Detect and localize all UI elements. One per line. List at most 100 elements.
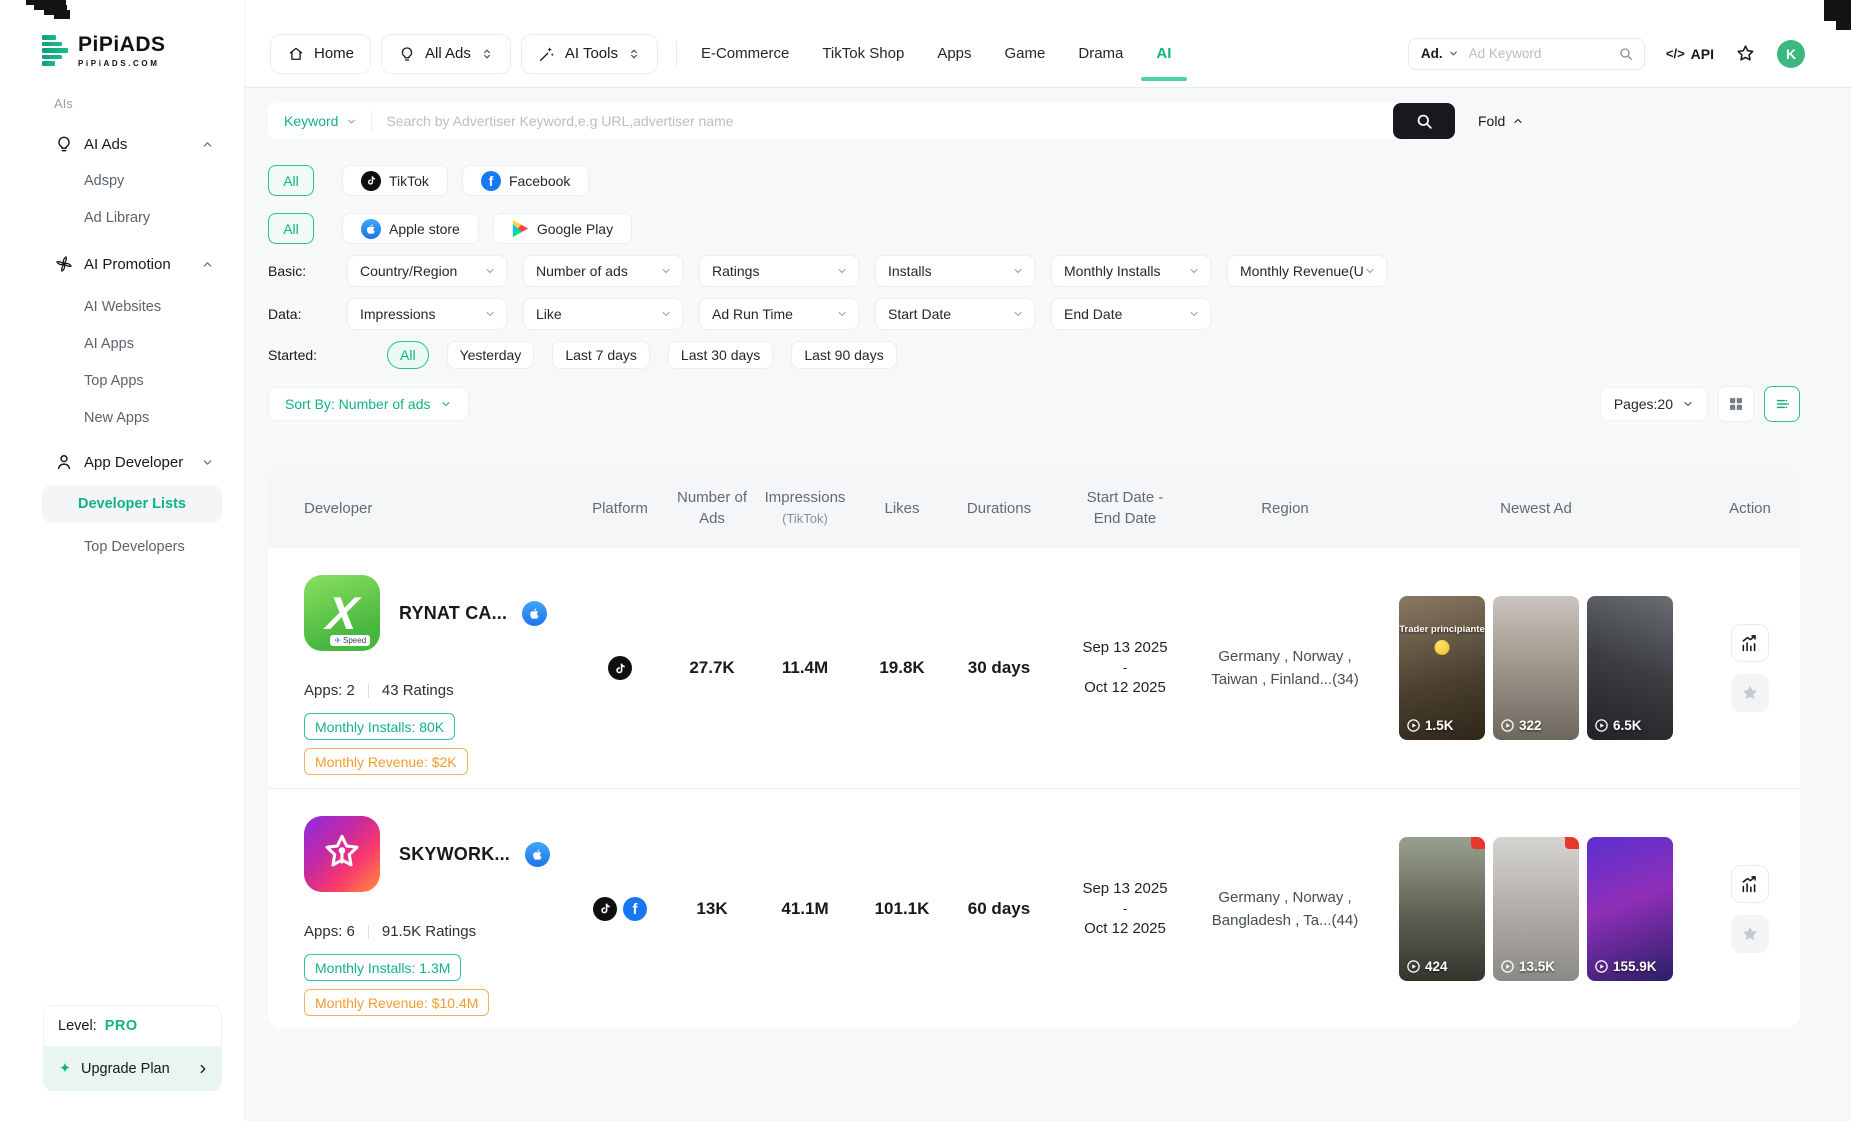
chevron-down-icon[interactable] [1448,48,1459,59]
ai-tools-menu-button[interactable]: AI Tools [521,34,658,74]
tab-ai[interactable]: AI [1156,45,1171,62]
nav-search-input[interactable] [1469,46,1618,61]
sidebar-item-new-apps[interactable]: New Apps [0,399,244,436]
table-row[interactable]: X ✈Speed RYNAT CA... Apps: 2 43 Ratings [268,548,1800,788]
star-outline-icon[interactable] [1735,43,1756,64]
platform-cell [568,656,672,680]
tab-ecommerce[interactable]: E-Commerce [701,45,789,62]
main-content: Keyword Fold All TikTok Facebook All [245,88,1851,1121]
api-button[interactable]: </> API [1666,46,1714,62]
platform-filter-facebook[interactable]: Facebook [462,165,589,196]
play-icon [1500,718,1515,733]
country-region-select[interactable]: Country/Region [347,255,507,287]
action-cell [1700,624,1800,712]
end-date-select[interactable]: End Date [1051,298,1211,330]
app-icon[interactable] [304,816,380,892]
column-header-developer: Developer [268,498,568,519]
ad-thumbnail[interactable]: 424 [1399,837,1485,981]
ad-thumbnail[interactable]: 13.5K [1493,837,1579,981]
thumbnail-corner-badge [1471,837,1485,849]
upgrade-plan-button[interactable]: Upgrade Plan [43,1046,222,1091]
sidebar-group-label: App Developer [84,454,183,471]
start-date-select[interactable]: Start Date [875,298,1035,330]
sidebar-item-top-apps[interactable]: Top Apps [0,362,244,399]
sort-by-select[interactable]: Sort By: Number of ads [268,387,469,421]
ratings-select[interactable]: Ratings [699,255,859,287]
search-button[interactable] [1393,103,1455,139]
monthly-installs-select[interactable]: Monthly Installs [1051,255,1211,287]
started-last-90-days[interactable]: Last 90 days [791,341,896,369]
developer-cell: SKYWORK... Apps: 6 91.5K Ratings Monthly… [268,789,568,1016]
screen-artifact [1836,21,1851,30]
sidebar-item-developer-lists[interactable]: Developer Lists [42,485,222,523]
chevron-down-icon[interactable] [201,456,214,469]
divider [368,684,369,698]
fold-toggle[interactable]: Fold [1478,103,1524,139]
developer-name[interactable]: SKYWORK... [399,844,510,865]
store-filter-apple[interactable]: Apple store [342,213,479,244]
pipiads-logo-text: PiPiADS PiPiADS.COM [78,33,166,68]
star-icon [1740,924,1760,944]
pipiads-logo[interactable]: PiPiADS PiPiADS.COM [42,33,244,68]
number-of-ads-select[interactable]: Number of ads [523,255,683,287]
analytics-button[interactable] [1731,865,1769,903]
favorite-button[interactable] [1731,915,1769,953]
advertiser-search-input[interactable] [372,113,1393,129]
analytics-button[interactable] [1731,624,1769,662]
home-button[interactable]: Home [270,34,371,74]
sidebar-group-ai-ads[interactable]: AI Ads [0,126,244,162]
nav-search-box[interactable]: Ad. [1408,38,1645,70]
sidebar-group-ai-promotion[interactable]: AI Promotion [0,246,244,282]
level-value: PRO [105,1018,138,1034]
ad-run-time-select[interactable]: Ad Run Time [699,298,859,330]
sidebar-item-top-developers[interactable]: Top Developers [0,528,244,565]
list-view-button[interactable] [1764,386,1800,422]
started-last-30-days[interactable]: Last 30 days [668,341,773,369]
tab-game[interactable]: Game [1005,45,1046,62]
favorite-button[interactable] [1731,674,1769,712]
pages-select[interactable]: Pages:20 [1600,387,1708,421]
app-icon[interactable]: X ✈Speed [304,575,380,651]
started-last-7-days[interactable]: Last 7 days [552,341,650,369]
platform-filter-tiktok[interactable]: TikTok [342,165,448,196]
sidebar-item-ai-websites[interactable]: AI Websites [0,288,244,325]
developer-name[interactable]: RYNAT CA... [399,603,507,624]
chevron-up-icon[interactable] [201,258,214,271]
store-filter-google-play[interactable]: Google Play [493,213,632,244]
grid-view-button[interactable] [1718,386,1754,422]
started-yesterday[interactable]: Yesterday [447,341,535,369]
trend-chart-icon [1740,874,1760,894]
impressions-select[interactable]: Impressions [347,298,507,330]
sidebar-group-app-developer[interactable]: App Developer [0,444,244,480]
monthly-revenue-select[interactable]: Monthly Revenue(US... [1227,255,1387,287]
platform-filter-all[interactable]: All [268,165,314,196]
tab-tiktok-shop[interactable]: TikTok Shop [822,45,904,62]
ad-thumbnail[interactable]: 155.9K [1587,837,1673,981]
like-select[interactable]: Like [523,298,683,330]
sidebar-item-adspy[interactable]: Adspy [0,162,244,199]
region-line: Taiwan , Finland...(34) [1198,668,1372,691]
plane-icon: ✈ [334,635,341,646]
chevron-up-icon[interactable] [201,138,214,151]
advertiser-search-bar: Keyword Fold [268,103,1455,139]
sidebar-item-ai-apps[interactable]: AI Apps [0,325,244,362]
region-line: Germany , Norway , [1198,645,1372,668]
avatar[interactable]: K [1777,40,1805,68]
tab-apps[interactable]: Apps [937,45,971,62]
ad-thumbnail[interactable]: 322 [1493,596,1579,740]
keyword-scope-select[interactable]: Keyword [268,113,371,129]
ad-thumbnail[interactable]: Trader principiante 1.5K [1399,596,1485,740]
tab-drama[interactable]: Drama [1078,45,1123,62]
table-row[interactable]: SKYWORK... Apps: 6 91.5K Ratings Monthly… [268,788,1800,1028]
search-icon[interactable] [1618,46,1634,62]
started-all[interactable]: All [387,341,429,369]
installs-select[interactable]: Installs [875,255,1035,287]
ad-thumbnail[interactable]: 6.5K [1587,596,1673,740]
all-ads-menu-button[interactable]: All Ads [381,34,511,74]
store-filter-all[interactable]: All [268,213,314,244]
sidebar-item-ad-library[interactable]: Ad Library [0,199,244,236]
home-label: Home [314,45,354,62]
chevron-down-icon [1012,265,1024,277]
divider [676,41,677,67]
nav-search-scope[interactable]: Ad. [1421,46,1443,61]
